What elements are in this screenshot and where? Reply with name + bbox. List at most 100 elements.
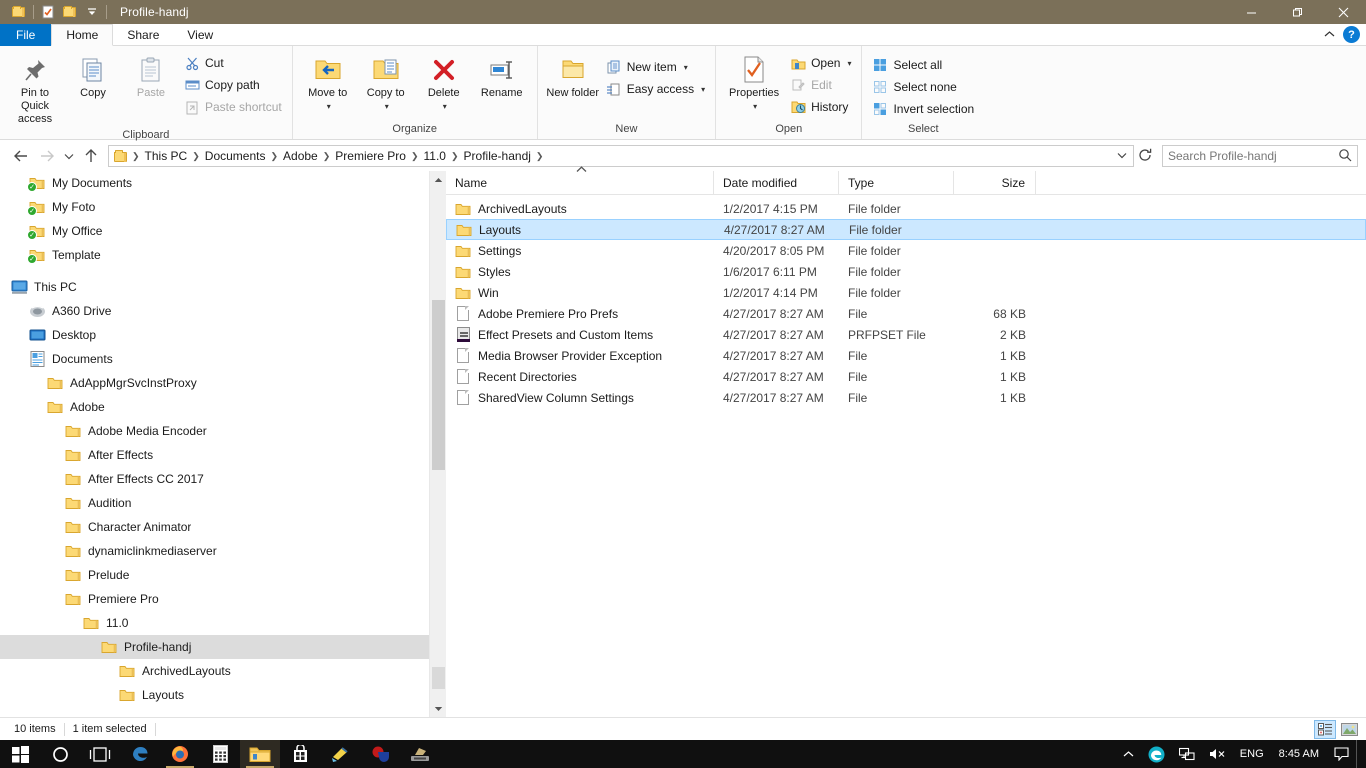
tray-edge-icon[interactable] bbox=[1141, 740, 1172, 768]
nav-item-my-documents[interactable]: ✓ My Documents bbox=[0, 171, 429, 195]
new-item-button[interactable]: New item ▾ bbox=[602, 56, 709, 78]
tray-volume-muted-icon[interactable] bbox=[1202, 740, 1233, 768]
select-all-button[interactable]: Select all bbox=[868, 54, 978, 76]
nav-item-layouts[interactable]: Layouts bbox=[0, 683, 429, 707]
table-row[interactable]: SharedView Column Settings 4/27/2017 8:27… bbox=[446, 387, 1366, 408]
select-none-button[interactable]: Select none bbox=[868, 76, 978, 98]
new-item-caret-icon[interactable]: ▾ bbox=[684, 63, 688, 72]
table-row[interactable]: Adobe Premiere Pro Prefs 4/27/2017 8:27 A… bbox=[446, 303, 1366, 324]
nav-item-11-0[interactable]: 11.0 bbox=[0, 611, 429, 635]
open-caret-icon[interactable]: ▾ bbox=[847, 59, 851, 68]
table-row[interactable]: Styles 1/6/2017 6:11 PM File folder bbox=[446, 261, 1366, 282]
qat-customize-dropdown-icon[interactable] bbox=[81, 1, 103, 23]
details-view-button[interactable] bbox=[1314, 719, 1336, 739]
breadcrumb-adobe[interactable]: Adobe bbox=[280, 149, 321, 163]
breadcrumb-sep-3[interactable]: ❯ bbox=[321, 151, 333, 162]
nav-item-premiere-pro[interactable]: Premiere Pro bbox=[0, 587, 429, 611]
firefox-button[interactable] bbox=[160, 740, 200, 768]
move-to-caret-icon[interactable]: ▾ bbox=[327, 100, 331, 113]
column-header-size[interactable]: Size bbox=[954, 170, 1036, 195]
breadcrumb-documents[interactable]: Documents bbox=[202, 149, 269, 163]
address-dropdown-icon[interactable] bbox=[1113, 151, 1131, 162]
copy-to-button[interactable]: Copy to ▾ bbox=[357, 50, 415, 116]
delete-caret-icon[interactable]: ▾ bbox=[443, 100, 447, 113]
breadcrumb-sep-2[interactable]: ❯ bbox=[268, 151, 280, 162]
breadcrumb-11-0[interactable]: 11.0 bbox=[421, 149, 449, 163]
file-explorer-button[interactable] bbox=[240, 740, 280, 768]
nav-item-after-effects-cc-2017[interactable]: After Effects CC 2017 bbox=[0, 467, 429, 491]
easy-access-button[interactable]: Easy access ▾ bbox=[602, 78, 709, 100]
recent-locations-button[interactable] bbox=[60, 143, 78, 169]
column-header-type[interactable]: Type bbox=[839, 170, 954, 195]
edge-button[interactable] bbox=[120, 740, 160, 768]
nav-item-character-animator[interactable]: Character Animator bbox=[0, 515, 429, 539]
nav-item-template[interactable]: ✓ Template bbox=[0, 243, 429, 267]
paint-button[interactable] bbox=[320, 740, 360, 768]
open-button[interactable]: Open ▾ bbox=[786, 52, 855, 74]
table-row[interactable]: Recent Directories 4/27/2017 8:27 AM File 1… bbox=[446, 366, 1366, 387]
search-input[interactable] bbox=[1168, 149, 1338, 163]
table-row[interactable]: Win 1/2/2017 4:14 PM File folder bbox=[446, 282, 1366, 303]
breadcrumb-sep-4[interactable]: ❯ bbox=[409, 151, 421, 162]
pin-to-quick-access-button[interactable]: Pin to Quick access bbox=[6, 50, 64, 129]
nav-item-my-foto[interactable]: ✓ My Foto bbox=[0, 195, 429, 219]
breadcrumb[interactable]: ❯ This PC ❯ Documents ❯ Adobe ❯ Premiere… bbox=[108, 145, 1134, 167]
nav-item-a360-drive[interactable]: A360 Drive bbox=[0, 299, 429, 323]
scrollbar-thumb-secondary[interactable] bbox=[432, 667, 445, 689]
nav-item-adobe-media-encoder[interactable]: Adobe Media Encoder bbox=[0, 419, 429, 443]
tray-overflow-button[interactable] bbox=[1116, 740, 1141, 768]
start-button[interactable] bbox=[0, 740, 40, 768]
tab-view[interactable]: View bbox=[173, 24, 227, 46]
breadcrumb-premiere-pro[interactable]: Premiere Pro bbox=[332, 149, 409, 163]
copy-to-caret-icon[interactable]: ▾ bbox=[385, 100, 389, 113]
nav-item-archivedlayouts[interactable]: ArchivedLayouts bbox=[0, 659, 429, 683]
qat-new-folder-icon[interactable] bbox=[59, 1, 81, 23]
close-button[interactable] bbox=[1320, 0, 1366, 24]
scanner-button[interactable] bbox=[400, 740, 440, 768]
table-row[interactable]: Layouts 4/27/2017 8:27 AM File folder bbox=[446, 219, 1366, 240]
properties-button[interactable]: Properties ▾ bbox=[722, 50, 786, 116]
table-row[interactable]: Media Browser Provider Exception 4/27/201… bbox=[446, 345, 1366, 366]
search-box[interactable] bbox=[1162, 145, 1358, 167]
nav-item-adappmgrsvcinstproxy[interactable]: AdAppMgrSvcInstProxy bbox=[0, 371, 429, 395]
collapse-ribbon-icon[interactable] bbox=[1318, 29, 1341, 41]
breadcrumb-sep-6[interactable]: ❯ bbox=[534, 151, 546, 162]
scroll-down-arrow-icon[interactable] bbox=[430, 700, 447, 717]
copy-button[interactable]: Copy bbox=[64, 50, 122, 103]
navigation-scrollbar[interactable] bbox=[429, 171, 447, 717]
column-header-date[interactable]: Date modified bbox=[714, 170, 839, 195]
file-list-pane[interactable]: Name Date modified Type Size ArchivedLay… bbox=[446, 165, 1366, 717]
qat-properties-icon[interactable] bbox=[37, 1, 59, 23]
cortana-button[interactable] bbox=[40, 740, 80, 768]
nav-item-this-pc[interactable]: This PC bbox=[0, 275, 429, 299]
task-view-button[interactable] bbox=[80, 740, 120, 768]
scroll-up-arrow-icon[interactable] bbox=[430, 171, 447, 188]
maximize-button[interactable] bbox=[1274, 0, 1320, 24]
nav-item-my-office[interactable]: ✓ My Office bbox=[0, 219, 429, 243]
scrollbar-thumb[interactable] bbox=[432, 300, 445, 470]
easy-access-caret-icon[interactable]: ▾ bbox=[701, 85, 705, 94]
help-button[interactable]: ? bbox=[1343, 26, 1360, 43]
forward-button[interactable] bbox=[34, 143, 60, 169]
breadcrumb-this-pc[interactable]: This PC bbox=[142, 149, 191, 163]
action-center-button[interactable] bbox=[1327, 740, 1356, 768]
breadcrumb-sep-5[interactable]: ❯ bbox=[449, 151, 461, 162]
tray-network-icon[interactable] bbox=[1172, 740, 1202, 768]
new-folder-button[interactable]: New folder bbox=[544, 50, 602, 103]
table-row[interactable]: Settings 4/20/2017 8:05 PM File folder bbox=[446, 240, 1366, 261]
paste-button[interactable]: Paste bbox=[122, 50, 180, 103]
tab-home[interactable]: Home bbox=[51, 24, 114, 46]
rename-button[interactable]: Rename bbox=[473, 50, 531, 103]
store-button[interactable] bbox=[280, 740, 320, 768]
nav-item-adobe[interactable]: Adobe bbox=[0, 395, 429, 419]
move-to-button[interactable]: Move to ▾ bbox=[299, 50, 357, 116]
copy-path-button[interactable]: Copy path bbox=[180, 74, 286, 96]
nav-item-audition[interactable]: Audition bbox=[0, 491, 429, 515]
delete-button[interactable]: Delete ▾ bbox=[415, 50, 473, 116]
refresh-button[interactable] bbox=[1134, 148, 1156, 165]
large-icons-view-button[interactable] bbox=[1338, 720, 1360, 739]
table-row[interactable]: Effect Presets and Custom Items 4/27/2017… bbox=[446, 324, 1366, 345]
qat-folder-icon[interactable] bbox=[8, 1, 30, 23]
invert-selection-button[interactable]: Invert selection bbox=[868, 98, 978, 120]
tray-language-indicator[interactable]: ENG bbox=[1233, 740, 1271, 768]
